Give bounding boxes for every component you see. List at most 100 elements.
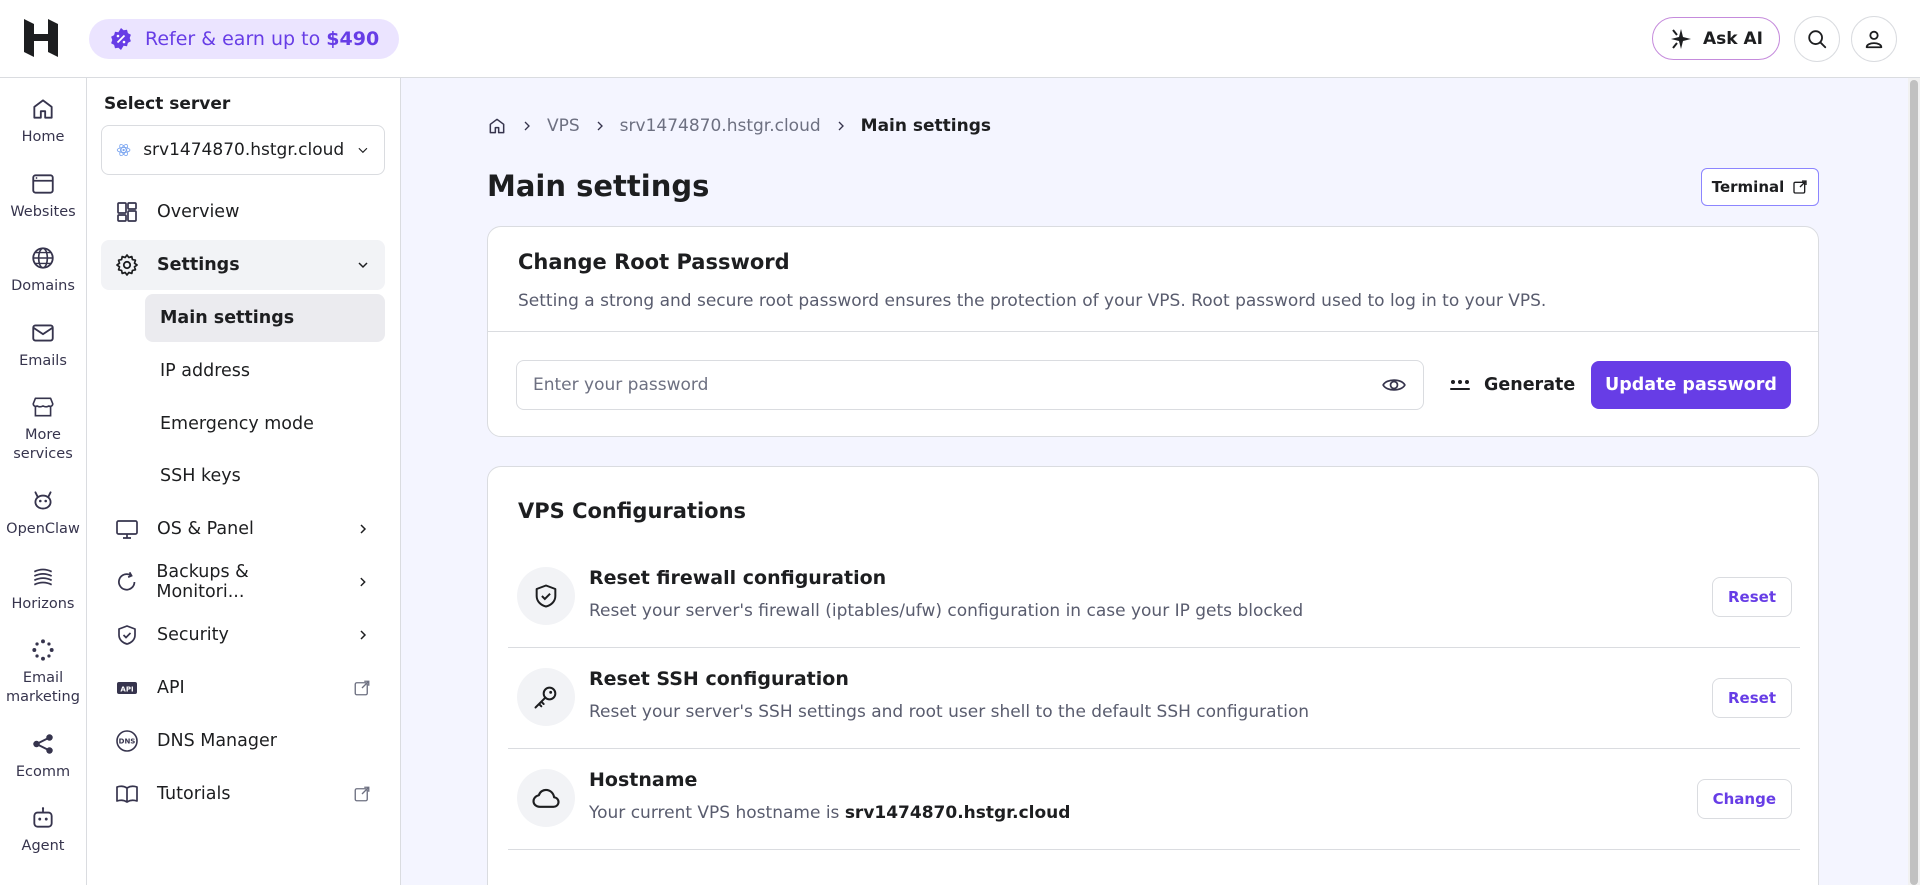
share-icon <box>33 734 53 754</box>
ask-ai-label: Ask AI <box>1703 28 1763 49</box>
sidebar-item-overview[interactable]: Overview <box>101 187 385 237</box>
rail-item-ecomm[interactable]: Ecomm <box>0 731 86 782</box>
terminal-button[interactable]: Terminal <box>1701 168 1819 206</box>
sidebar-item-label: Tutorials <box>157 784 231 804</box>
terminal-label: Terminal <box>1711 178 1785 196</box>
breadcrumb-vps[interactable]: VPS <box>547 116 580 136</box>
chevron-right-icon <box>524 121 530 131</box>
config-description: Your current VPS hostname is srv1474870.… <box>589 803 1070 823</box>
breadcrumb-server[interactable]: srv1474870.hstgr.cloud <box>620 116 821 136</box>
search-button[interactable] <box>1794 16 1840 62</box>
reset-ssh-button[interactable]: Reset <box>1712 678 1792 718</box>
api-icon: API <box>117 682 137 694</box>
sidebar-item-api[interactable]: API API <box>101 663 385 713</box>
sidebar-item-label: Settings <box>157 255 240 275</box>
dashboard-icon <box>117 202 137 222</box>
config-title: Reset SSH configuration <box>589 668 849 690</box>
hostname-description: Your current VPS hostname is <box>589 803 840 823</box>
key-icon <box>517 668 575 726</box>
sidebar-item-tutorials[interactable]: Tutorials <box>101 769 385 819</box>
sidebar-subitem-emergency-mode[interactable]: Emergency mode <box>145 400 385 448</box>
rail-label: Email marketing <box>6 670 80 705</box>
sidebar-item-label: Backups & Monitori... <box>156 562 249 602</box>
update-password-button[interactable]: Update password <box>1591 361 1791 409</box>
rail-item-agent[interactable]: Agent <box>0 805 86 856</box>
sidebar-item-label: Overview <box>157 202 240 222</box>
rail-label: Emails <box>19 353 67 369</box>
password-input[interactable] <box>533 375 1381 395</box>
scrollbar-thumb[interactable] <box>1910 80 1918 885</box>
rail-item-email-marketing[interactable]: Email marketing <box>0 637 86 707</box>
sidebar-item-label: DNS Manager <box>157 731 277 751</box>
generate-button[interactable]: Generate <box>1448 361 1575 409</box>
chevron-right-icon <box>360 630 367 640</box>
rail-item-openclaw[interactable]: OpenClaw <box>0 488 86 539</box>
root-password-title: Change Root Password <box>518 250 790 274</box>
eye-icon[interactable] <box>1381 372 1407 398</box>
external-link-icon <box>354 680 370 696</box>
rail-item-domains[interactable]: Domains <box>0 245 86 296</box>
rail-label: Ecomm <box>15 764 71 780</box>
rail-label: Horizons <box>11 596 75 612</box>
refer-text: Refer & earn up to <box>145 28 321 50</box>
vps-configurations-card: VPS Configurations Reset firewall config… <box>487 466 1819 885</box>
sparkle-icon <box>1669 27 1693 51</box>
chevron-right-icon <box>838 121 844 131</box>
hostinger-logo[interactable] <box>24 19 58 57</box>
user-icon <box>1865 30 1883 49</box>
rail-label: Home <box>21 129 65 145</box>
rail-item-websites[interactable]: Websites <box>0 171 86 222</box>
refer-earn-button[interactable]: Refer & earn up to $490 <box>89 19 400 59</box>
breadcrumb-current: Main settings <box>860 116 992 136</box>
sidebar-item-dns-manager[interactable]: DNS DNS Manager <box>101 716 385 766</box>
external-link-icon <box>354 786 370 802</box>
dns-icon: DNS <box>116 730 138 752</box>
page-scrollbar[interactable] <box>1908 78 1920 885</box>
rail-item-more-services[interactable]: More services <box>0 394 86 464</box>
rail-label: OpenClaw <box>6 521 80 537</box>
select-server-label: Select server <box>104 94 231 114</box>
sidebar-item-settings[interactable]: Settings <box>101 240 385 290</box>
rail-label: More services <box>13 427 73 462</box>
config-row-firewall: Reset firewall configuration Reset your … <box>508 547 1800 648</box>
sidebar-item-backups[interactable]: Backups & Monitori... <box>101 557 385 607</box>
reset-firewall-button[interactable]: Reset <box>1712 577 1792 617</box>
discount-badge-icon <box>109 27 133 51</box>
browser-icon <box>32 174 54 194</box>
sidebar-item-label: Security <box>157 625 229 645</box>
change-hostname-button[interactable]: Change <box>1696 779 1792 819</box>
config-row-ssh: Reset SSH configuration Reset your serve… <box>508 648 1800 749</box>
shield-icon <box>118 625 136 645</box>
sidebar-subitem-ssh-keys[interactable]: SSH keys <box>145 452 385 500</box>
monitor-icon <box>116 520 138 539</box>
sidebar-item-label: API <box>157 678 185 698</box>
main-content: VPS srv1474870.hstgr.cloud Main settings… <box>401 78 1908 885</box>
chevron-right-icon <box>360 577 367 587</box>
sidebar-item-security[interactable]: Security <box>101 610 385 660</box>
sidebar-subitem-main-settings[interactable]: Main settings <box>145 294 385 342</box>
sidebar-subitem-ip-address[interactable]: IP address <box>145 347 385 395</box>
sidebar-item-label: OS & Panel <box>157 519 254 539</box>
server-sidebar: Select server srv1474870.hstgr.cloud Ove… <box>87 78 401 885</box>
cloud-icon <box>517 769 575 827</box>
svg-text:DNS: DNS <box>119 738 136 746</box>
main-nav-rail: Home Websites Domains Emails More servic… <box>0 78 87 885</box>
password-dots-icon <box>1450 380 1470 390</box>
config-title: Hostname <box>589 769 698 791</box>
server-select[interactable]: srv1474870.hstgr.cloud <box>101 125 385 175</box>
mail-icon <box>32 324 54 342</box>
shield-check-icon <box>517 567 575 625</box>
search-icon <box>1808 30 1827 49</box>
rail-item-emails[interactable]: Emails <box>0 320 86 371</box>
config-description: Reset your server's firewall (iptables/u… <box>589 601 1304 621</box>
robot-icon <box>33 807 53 828</box>
root-password-description: Setting a strong and secure root passwor… <box>518 291 1547 311</box>
account-button[interactable] <box>1851 16 1897 62</box>
rail-item-home[interactable]: Home <box>0 96 86 147</box>
home-icon[interactable] <box>487 116 507 136</box>
sidebar-item-os-panel[interactable]: OS & Panel <box>101 504 385 554</box>
ask-ai-button[interactable]: Ask AI <box>1652 17 1780 60</box>
password-field[interactable] <box>516 360 1424 410</box>
email-marketing-icon <box>32 639 54 661</box>
rail-item-horizons[interactable]: Horizons <box>0 563 86 614</box>
